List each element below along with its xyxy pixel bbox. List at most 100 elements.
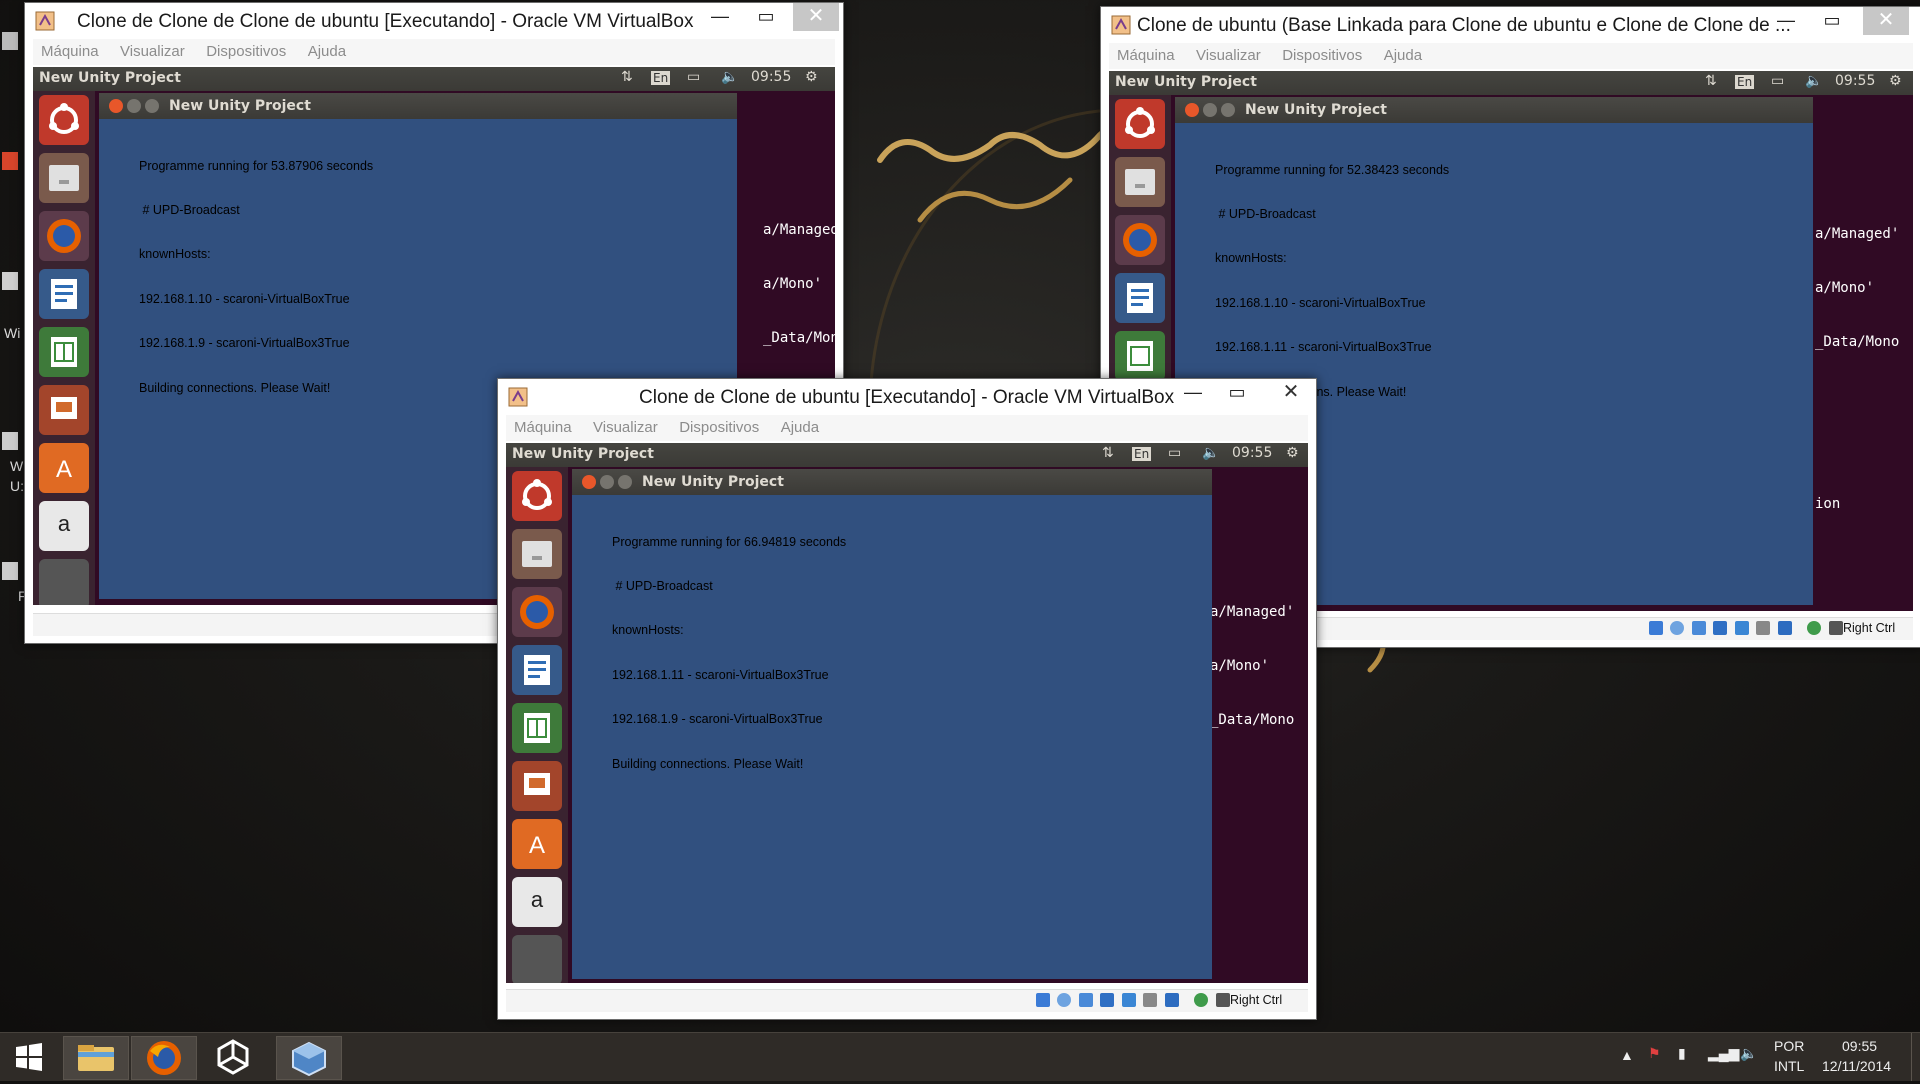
maximize-icon[interactable] bbox=[1221, 103, 1235, 117]
virtualbox-window-center[interactable]: Clone de Clone de ubuntu [Executando] - … bbox=[497, 378, 1317, 1020]
minimize-icon[interactable] bbox=[1203, 103, 1217, 117]
maximize-button[interactable]: ▭ bbox=[743, 3, 789, 31]
panel-clock[interactable]: 09:55 bbox=[1835, 73, 1875, 89]
volume-icon[interactable]: 🔈 bbox=[1202, 445, 1219, 461]
host-key-icon[interactable] bbox=[1215, 993, 1230, 1007]
gear-icon[interactable]: ⚙ bbox=[1286, 445, 1299, 461]
taskbar-clock-date[interactable]: 12/11/2014 bbox=[1822, 1058, 1891, 1074]
impress-icon[interactable] bbox=[39, 385, 89, 435]
taskbar-virtualbox[interactable] bbox=[276, 1036, 342, 1080]
battery-icon[interactable]: ▭ bbox=[1168, 445, 1181, 461]
desktop-icon[interactable] bbox=[0, 560, 26, 590]
ubuntu-dash-icon[interactable] bbox=[39, 95, 89, 145]
menu-visualizar[interactable]: Visualizar bbox=[1196, 43, 1261, 69]
hard-disk-icon[interactable] bbox=[1036, 993, 1050, 1007]
volume-icon[interactable]: 🔈 bbox=[721, 69, 738, 85]
taskbar-clock-time[interactable]: 09:55 bbox=[1842, 1038, 1877, 1054]
firefox-icon[interactable] bbox=[1115, 215, 1165, 265]
close-button[interactable]: ✕ bbox=[793, 3, 839, 31]
menu-visualizar[interactable]: Visualizar bbox=[593, 415, 658, 441]
video-capture-icon[interactable] bbox=[1164, 993, 1179, 1007]
unity-player-window[interactable]: New Unity Project Programme running for … bbox=[572, 469, 1212, 979]
firefox-icon[interactable] bbox=[512, 587, 562, 637]
gear-icon[interactable]: ⚙ bbox=[805, 69, 818, 85]
volume-icon[interactable]: 🔈 bbox=[1740, 1045, 1757, 1062]
desktop-icon[interactable] bbox=[0, 150, 26, 180]
guest-screen[interactable]: New Unity Project ⇅ En ▭ 🔈 09:55 ⚙ A a a… bbox=[506, 443, 1308, 983]
action-center-flag-icon[interactable]: ⚑ bbox=[1648, 1045, 1661, 1062]
menu-maquina[interactable]: Máquina bbox=[41, 39, 99, 65]
minimize-button[interactable]: — bbox=[697, 3, 743, 31]
display-icon[interactable] bbox=[1734, 621, 1749, 635]
keyboard-indicator[interactable]: En bbox=[1735, 75, 1755, 89]
shared-folders-icon[interactable] bbox=[1100, 993, 1115, 1007]
files-icon[interactable] bbox=[1115, 157, 1165, 207]
window-titlebar[interactable]: Clone de Clone de ubuntu [Executando] - … bbox=[498, 379, 1316, 415]
amazon-icon[interactable]: a bbox=[512, 877, 562, 927]
network-adapter-icon[interactable] bbox=[1756, 621, 1771, 635]
show-desktop-button[interactable] bbox=[1911, 1033, 1920, 1081]
minimize-icon[interactable] bbox=[127, 99, 141, 113]
start-button[interactable] bbox=[0, 1036, 58, 1078]
menu-maquina[interactable]: Máquina bbox=[514, 415, 572, 441]
maximize-button[interactable]: ▭ bbox=[1214, 379, 1260, 407]
battery-icon[interactable]: ▮ bbox=[1678, 1045, 1686, 1062]
writer-icon[interactable] bbox=[39, 269, 89, 319]
close-icon[interactable] bbox=[1185, 103, 1199, 117]
impress-icon[interactable] bbox=[512, 761, 562, 811]
taskbar-unity[interactable] bbox=[201, 1036, 265, 1078]
usb-icon[interactable] bbox=[1691, 621, 1706, 635]
unity-window-titlebar[interactable]: New Unity Project bbox=[99, 93, 737, 119]
gear-icon[interactable]: ⚙ bbox=[1889, 73, 1902, 89]
language-indicator-bottom[interactable]: INTL bbox=[1774, 1058, 1804, 1074]
writer-icon[interactable] bbox=[512, 645, 562, 695]
menu-ajuda[interactable]: Ajuda bbox=[1384, 43, 1422, 69]
panel-clock[interactable]: 09:55 bbox=[1232, 445, 1272, 461]
software-center-icon[interactable]: A bbox=[512, 819, 562, 869]
desktop-icon[interactable] bbox=[0, 270, 26, 300]
amazon-icon[interactable]: a bbox=[39, 501, 89, 551]
ubuntu-dash-icon[interactable] bbox=[1115, 99, 1165, 149]
menu-maquina[interactable]: Máquina bbox=[1117, 43, 1175, 69]
mouse-integration-icon[interactable] bbox=[1807, 621, 1822, 635]
display-icon[interactable] bbox=[1121, 993, 1136, 1007]
menu-ajuda[interactable]: Ajuda bbox=[308, 39, 346, 65]
desktop-icon[interactable] bbox=[0, 30, 26, 60]
network-adapter-icon[interactable] bbox=[1143, 993, 1158, 1007]
unity-window-titlebar[interactable]: New Unity Project bbox=[572, 469, 1212, 495]
optical-drive-icon[interactable] bbox=[1670, 621, 1685, 635]
maximize-button[interactable]: ▭ bbox=[1809, 7, 1855, 35]
usb-icon[interactable] bbox=[1078, 993, 1093, 1007]
unity-window-titlebar[interactable]: New Unity Project bbox=[1175, 97, 1813, 123]
network-icon[interactable]: ⇅ bbox=[1102, 445, 1114, 461]
keyboard-indicator[interactable]: En bbox=[1132, 447, 1152, 461]
window-titlebar[interactable]: Clone de Clone de Clone de ubuntu [Execu… bbox=[25, 3, 843, 39]
video-capture-icon[interactable] bbox=[1777, 621, 1792, 635]
close-icon[interactable] bbox=[109, 99, 123, 113]
language-indicator-top[interactable]: POR bbox=[1774, 1038, 1804, 1054]
close-button[interactable]: ✕ bbox=[1863, 7, 1909, 35]
system-settings-icon[interactable] bbox=[39, 559, 89, 605]
optical-drive-icon[interactable] bbox=[1057, 993, 1072, 1007]
calc-icon[interactable] bbox=[512, 703, 562, 753]
volume-icon[interactable]: 🔈 bbox=[1805, 73, 1822, 89]
keyboard-indicator[interactable]: En bbox=[651, 71, 671, 85]
show-hidden-icons-icon[interactable]: ▲ bbox=[1620, 1047, 1634, 1063]
panel-clock[interactable]: 09:55 bbox=[751, 69, 791, 85]
mouse-integration-icon[interactable] bbox=[1194, 993, 1209, 1007]
calc-icon[interactable] bbox=[1115, 331, 1165, 381]
taskbar-file-explorer[interactable] bbox=[63, 1036, 129, 1080]
writer-icon[interactable] bbox=[1115, 273, 1165, 323]
minimize-button[interactable]: — bbox=[1170, 379, 1216, 407]
system-settings-icon[interactable] bbox=[512, 935, 562, 983]
files-icon[interactable] bbox=[39, 153, 89, 203]
minimize-icon[interactable] bbox=[600, 475, 614, 489]
desktop-icon[interactable] bbox=[0, 430, 26, 460]
ubuntu-dash-icon[interactable] bbox=[512, 471, 562, 521]
network-icon[interactable]: ⇅ bbox=[1705, 73, 1717, 89]
close-button[interactable]: ✕ bbox=[1268, 379, 1314, 407]
unity-game-view[interactable]: Programme running for 66.94819 seconds #… bbox=[572, 495, 1212, 979]
wifi-icon[interactable]: ▂▄▆ bbox=[1708, 1045, 1739, 1062]
menu-ajuda[interactable]: Ajuda bbox=[781, 415, 819, 441]
battery-icon[interactable]: ▭ bbox=[1771, 73, 1784, 89]
